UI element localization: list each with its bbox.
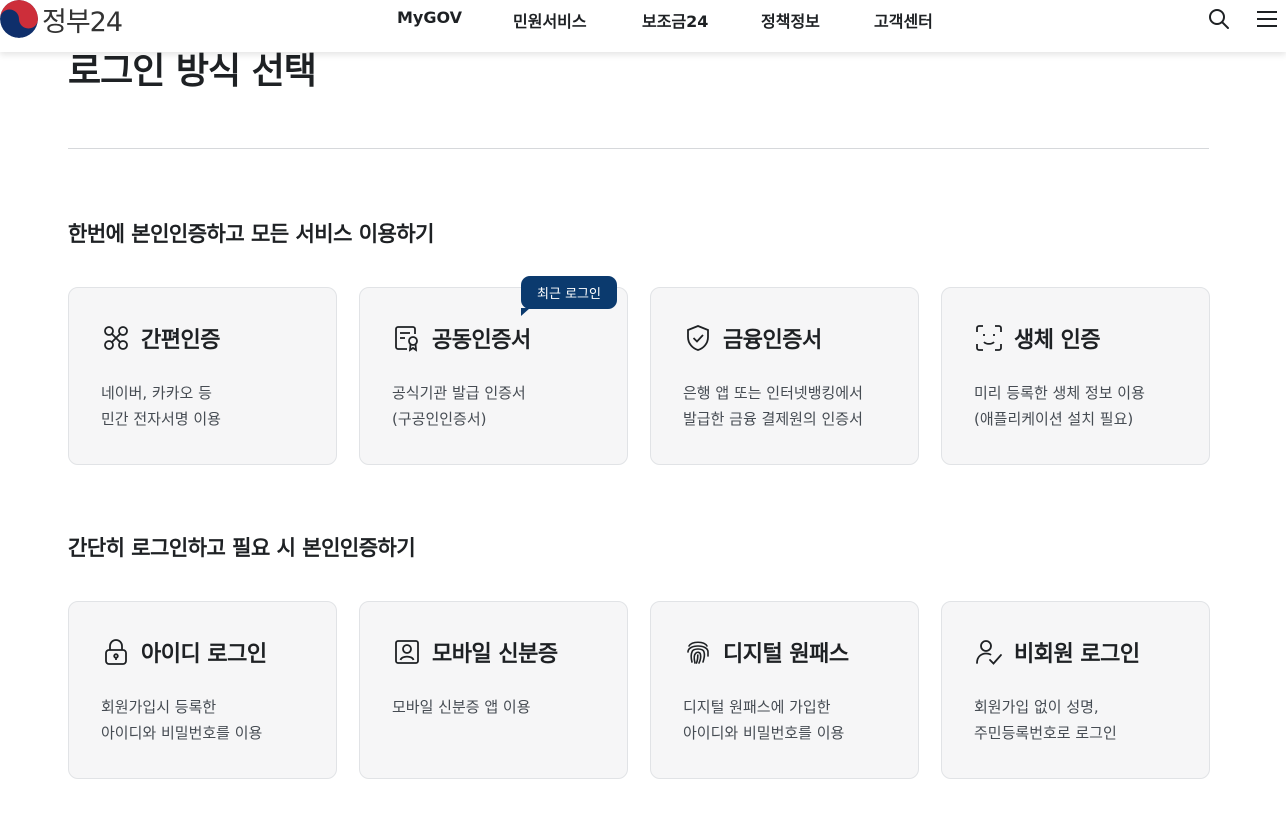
card-title: 생체 인증 <box>1014 328 1101 353</box>
card-title: 공동인증서 <box>432 328 531 353</box>
card-joint-certificate[interactable]: 공동인증서 공식기관 발급 인증서 (구공인인증서) <box>359 287 628 465</box>
section-title-full-auth: 한번에 본인인증하고 모든 서비스 이용하기 <box>68 222 435 246</box>
card-title: 금융인증서 <box>723 328 822 353</box>
card-desc-line: 미리 등록한 생체 정보 이용 <box>974 384 1145 402</box>
fingerprint-icon <box>683 637 713 667</box>
site-logo[interactable]: 정부24 <box>0 0 123 38</box>
card-desc-line: 디지털 원패스에 가입한 <box>683 698 831 716</box>
menu-icon[interactable] <box>1255 7 1279 31</box>
card-title: 아이디 로그인 <box>141 642 267 667</box>
card-title: 비회원 로그인 <box>1014 642 1140 667</box>
card-description: 공식기관 발급 인증서 (구공인인증서) <box>392 380 526 432</box>
site-header: 정부24 MyGOV 민원서비스 보조금24 정책정보 고객센터 <box>0 0 1286 52</box>
link-nodes-icon <box>101 323 131 353</box>
id-card-icon <box>392 637 422 667</box>
card-simple-auth[interactable]: 간편인증 네이버, 카카오 등 민간 전자서명 이용 <box>68 287 337 465</box>
card-description: 회원가입 없이 성명, 주민등록번호로 로그인 <box>974 694 1117 746</box>
section-title-simple-login: 간단히 로그인하고 필요 시 본인인증하기 <box>68 536 416 560</box>
recent-login-badge: 최근 로그인 <box>521 276 617 316</box>
card-description: 네이버, 카카오 등 민간 전자서명 이용 <box>101 380 221 432</box>
card-desc-line: 모바일 신분증 앱 이용 <box>392 698 531 716</box>
card-id-login[interactable]: 아이디 로그인 회원가입시 등록한 아이디와 비밀번호를 이용 <box>68 601 337 779</box>
title-divider <box>68 148 1209 149</box>
nav-civil-service[interactable]: 민원서비스 <box>513 8 587 32</box>
card-description: 모바일 신분증 앱 이용 <box>392 694 531 720</box>
card-biometric-auth[interactable]: 생체 인증 미리 등록한 생체 정보 이용 (애플리케이션 설치 필요) <box>941 287 1210 465</box>
card-mobile-id[interactable]: 모바일 신분증 모바일 신분증 앱 이용 <box>359 601 628 779</box>
lock-icon <box>101 637 131 667</box>
nav-policy-info[interactable]: 정책정보 <box>761 8 820 32</box>
card-desc-line: 민간 전자서명 이용 <box>101 410 221 428</box>
card-title: 디지털 원패스 <box>723 642 849 667</box>
card-guest-login[interactable]: 비회원 로그인 회원가입 없이 성명, 주민등록번호로 로그인 <box>941 601 1210 779</box>
card-desc-line: 아이디와 비밀번호를 이용 <box>683 724 845 742</box>
user-check-icon <box>974 637 1004 667</box>
logo-text: 정부24 <box>42 6 123 38</box>
card-desc-line: 네이버, 카카오 등 <box>101 384 212 402</box>
nav-subsidy24[interactable]: 보조금24 <box>642 8 708 32</box>
card-desc-line: (구공인인증서) <box>392 410 487 428</box>
shield-check-icon <box>683 323 713 353</box>
nav-customer-center[interactable]: 고객센터 <box>874 8 933 32</box>
nav-mygov[interactable]: MyGOV <box>397 8 462 27</box>
card-description: 회원가입시 등록한 아이디와 비밀번호를 이용 <box>101 694 262 746</box>
card-desc-line: (애플리케이션 설치 필요) <box>974 410 1134 428</box>
card-desc-line: 회원가입시 등록한 <box>101 698 217 716</box>
card-description: 디지털 원패스에 가입한 아이디와 비밀번호를 이용 <box>683 694 844 746</box>
card-desc-line: 아이디와 비밀번호를 이용 <box>101 724 263 742</box>
card-digital-onepass[interactable]: 디지털 원패스 디지털 원패스에 가입한 아이디와 비밀번호를 이용 <box>650 601 919 779</box>
card-desc-line: 주민등록번호로 로그인 <box>974 724 1117 742</box>
card-description: 미리 등록한 생체 정보 이용 (애플리케이션 설치 필요) <box>974 380 1145 432</box>
card-desc-line: 발급한 금융 결제원의 인증서 <box>683 410 863 428</box>
certificate-icon <box>392 323 422 353</box>
card-desc-line: 은행 앱 또는 인터넷뱅킹에서 <box>683 384 863 402</box>
search-icon[interactable] <box>1207 7 1231 31</box>
taegeuk-emblem-icon <box>0 0 38 38</box>
card-desc-line: 공식기관 발급 인증서 <box>392 384 526 402</box>
card-title: 간편인증 <box>141 328 220 353</box>
card-description: 은행 앱 또는 인터넷뱅킹에서 발급한 금융 결제원의 인증서 <box>683 380 863 432</box>
card-financial-certificate[interactable]: 금융인증서 은행 앱 또는 인터넷뱅킹에서 발급한 금융 결제원의 인증서 <box>650 287 919 465</box>
card-desc-line: 회원가입 없이 성명, <box>974 698 1099 716</box>
card-title: 모바일 신분증 <box>432 642 558 667</box>
face-scan-icon <box>974 323 1004 353</box>
